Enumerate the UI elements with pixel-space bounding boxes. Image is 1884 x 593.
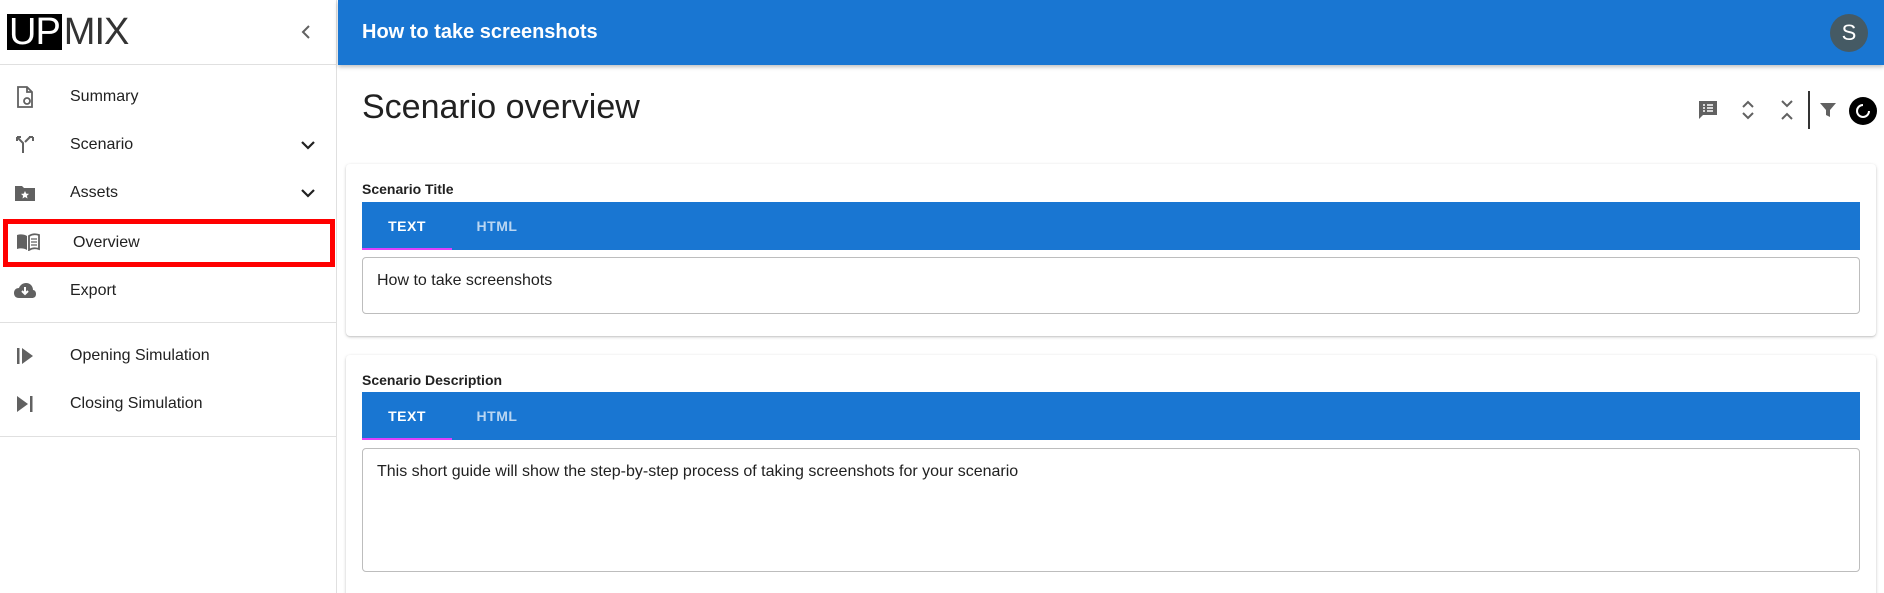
skip-next-icon: [13, 393, 37, 415]
page-title: Scenario overview: [362, 88, 640, 126]
expand-all-button[interactable]: [1736, 98, 1760, 122]
folder-star-icon: [13, 182, 37, 204]
sidebar-item-assets[interactable]: Assets: [0, 170, 337, 216]
cloud-download-icon: [13, 280, 37, 302]
filter-button[interactable]: [1816, 98, 1840, 122]
sidebar-header: UP MIX: [0, 0, 337, 65]
app-bar: How to take screenshots S: [338, 0, 1884, 65]
scenario-title-card: Scenario Title TEXT HTML How to take scr…: [346, 164, 1876, 336]
app-root: UP MIX Summary Scenario Assets Overview …: [0, 0, 1884, 593]
sidebar-item-label: Export: [70, 282, 117, 299]
sidebar-item-label: Scenario: [70, 136, 134, 153]
sidebar-item-closing-simulation[interactable]: Closing Simulation: [0, 381, 337, 427]
tab-html[interactable]: HTML: [452, 392, 542, 440]
collapse-icon: [1781, 100, 1793, 120]
tab-bar: TEXT HTML: [362, 202, 1860, 250]
loading-button[interactable]: [1849, 97, 1877, 125]
call-split-icon: [13, 134, 37, 156]
field-label: Scenario Description: [362, 372, 503, 388]
sidebar-divider: [0, 436, 337, 437]
tab-html[interactable]: HTML: [452, 202, 542, 250]
sidebar-item-label: Opening Simulation: [70, 347, 210, 364]
sidebar-item-label: Closing Simulation: [70, 395, 203, 412]
scenario-description-input[interactable]: This short guide will show the step-by-s…: [362, 448, 1860, 572]
scenario-title-input[interactable]: How to take screenshots: [362, 257, 1860, 314]
scenario-description-card: Scenario Description TEXT HTML This shor…: [346, 355, 1876, 593]
chevron-down-icon[interactable]: [296, 135, 320, 155]
logo-up: UP: [7, 11, 62, 53]
book-open-icon: [16, 231, 40, 253]
comment-list-icon: [1699, 101, 1717, 119]
play-start-icon: [13, 345, 37, 367]
expand-icon: [1742, 100, 1754, 120]
toolbar-divider: [1808, 91, 1810, 129]
comment-list-button[interactable]: [1696, 98, 1720, 122]
sidebar-item-overview[interactable]: Overview: [3, 219, 335, 267]
user-avatar[interactable]: S: [1830, 14, 1868, 52]
collapse-all-button[interactable]: [1775, 98, 1799, 122]
sidebar-divider: [0, 322, 337, 323]
filter-icon: [1820, 103, 1836, 117]
collapse-sidebar-button[interactable]: [294, 20, 318, 44]
tab-bar: TEXT HTML: [362, 392, 1860, 440]
sidebar-item-label: Overview: [73, 234, 140, 251]
sidebar-item-opening-simulation[interactable]: Opening Simulation: [0, 333, 337, 379]
sidebar: UP MIX Summary Scenario Assets Overview …: [0, 0, 337, 593]
sidebar-item-label: Assets: [70, 184, 119, 201]
tab-text[interactable]: TEXT: [362, 202, 452, 250]
loading-icon: [1856, 104, 1870, 118]
chevron-down-icon[interactable]: [296, 183, 320, 203]
sidebar-item-label: Summary: [70, 88, 139, 105]
sidebar-item-export[interactable]: Export: [0, 268, 337, 314]
upmix-logo: UP MIX: [7, 11, 130, 53]
field-label: Scenario Title: [362, 181, 454, 197]
tab-text[interactable]: TEXT: [362, 392, 452, 440]
file-settings-icon: [13, 86, 37, 108]
logo-mix: MIX: [63, 11, 130, 53]
sidebar-item-summary[interactable]: Summary: [0, 74, 337, 120]
app-bar-title: How to take screenshots: [362, 21, 598, 43]
chevron-left-icon: [301, 25, 310, 39]
sidebar-item-scenario[interactable]: Scenario: [0, 122, 337, 168]
